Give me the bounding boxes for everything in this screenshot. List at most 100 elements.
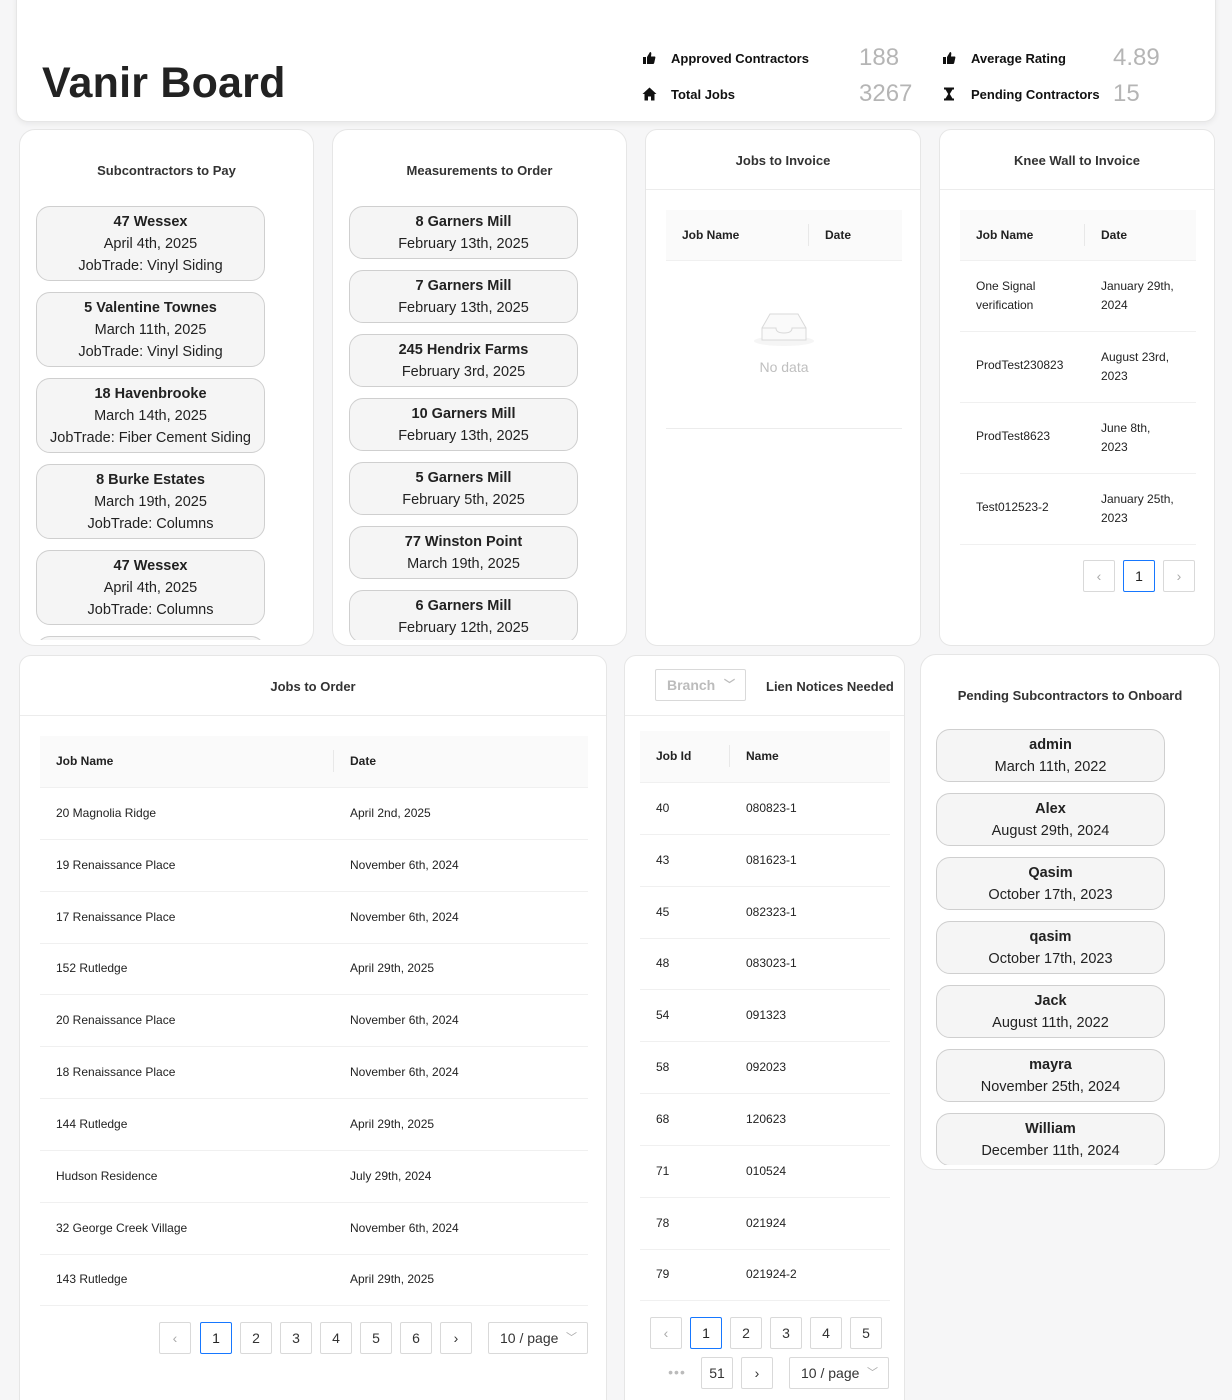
list-item[interactable]: Alex August 29th, 2024: [936, 793, 1165, 846]
page-size-select[interactable]: 10 / page ﹀: [488, 1322, 588, 1354]
measurements-to-order-card: Measurements to Order 8 Garners Mill Feb…: [332, 129, 627, 646]
branch-select[interactable]: Branch ﹀: [655, 669, 746, 701]
list-item[interactable]: Qasim October 17th, 2023: [936, 857, 1165, 910]
table-row[interactable]: 48 083023-1: [640, 939, 890, 990]
table-row[interactable]: Test012523-2 January 25th, 2023: [960, 474, 1196, 545]
table-row[interactable]: 20 Renaissance Place November 6th, 2024: [40, 995, 588, 1047]
subcontractors-to-pay-card: Subcontractors to Pay 47 Wessex April 4t…: [19, 129, 314, 646]
table-row[interactable]: 40 080823-1: [640, 783, 890, 835]
table-row[interactable]: ProdTest230823 August 23rd, 2023: [960, 332, 1196, 403]
cell-job-name-cont: verification: [976, 298, 1034, 312]
pagination-page-1[interactable]: 1: [1123, 560, 1155, 592]
column-header-date[interactable]: Date: [825, 210, 851, 260]
table-row[interactable]: 78 021924: [640, 1198, 890, 1250]
subcontractors-list[interactable]: 47 Wessex April 4th, 2025 JobTrade: Viny…: [20, 200, 313, 640]
chevron-down-icon: ﹀: [724, 679, 735, 691]
column-header-job-name[interactable]: Job Name: [682, 210, 739, 260]
table-row[interactable]: 45 082323-1: [640, 887, 890, 939]
table-row[interactable]: 17 Renaissance Place November 6th, 2024: [40, 892, 588, 944]
page-size-select[interactable]: 10 / page ﹀: [789, 1357, 889, 1389]
cell-job-name: Hudson Residence: [56, 1169, 158, 1183]
list-item[interactable]: mayra November 25th, 2024: [936, 1049, 1165, 1102]
column-header-name[interactable]: Name: [746, 731, 779, 781]
divider: [20, 715, 606, 716]
list-item[interactable]: 77 Winston Point March 19th, 2025: [349, 526, 578, 579]
table-row[interactable]: 143 Rutledge April 29th, 2025: [40, 1255, 588, 1306]
table-row[interactable]: ProdTest8623 June 8th, 2023: [960, 403, 1196, 474]
lien-notices-table: Job Id Name 40 080823-1 43 081623-1 45 0823…: [640, 731, 890, 1301]
column-header-job-name[interactable]: Job Name: [56, 736, 113, 786]
table-row[interactable]: 71 010524: [640, 1146, 890, 1198]
list-item[interactable]: 6 Garners Mill February 12th, 2025: [349, 590, 578, 640]
list-item[interactable]: William December 11th, 2024: [936, 1113, 1165, 1165]
column-header-job-name[interactable]: Job Name: [976, 210, 1033, 260]
table-row[interactable]: 58 092023: [640, 1042, 890, 1094]
pagination-next-button[interactable]: ›: [440, 1322, 472, 1354]
table-row[interactable]: Hudson Residence July 29th, 2024: [40, 1151, 588, 1203]
card-title: Pending Subcontractors to Onboard: [957, 688, 1183, 703]
list-item[interactable]: admin March 11th, 2022: [936, 729, 1165, 782]
pagination-page-3[interactable]: 3: [280, 1322, 312, 1354]
table-row[interactable]: 19 Renaissance Place November 6th, 2024: [40, 840, 588, 892]
dashboard-header: Vanir Board Approved Contractors 188 Tot…: [16, 0, 1216, 122]
pagination-prev-button[interactable]: ‹: [1083, 560, 1115, 592]
pagination-ellipsis[interactable]: •••: [661, 1357, 693, 1389]
pagination-page-4[interactable]: 4: [320, 1322, 352, 1354]
item-date: April 4th, 2025: [103, 236, 198, 252]
list-item[interactable]: Jack August 11th, 2022: [936, 985, 1165, 1038]
table-row[interactable]: 79 021924-2: [640, 1250, 890, 1301]
table-row[interactable]: One Signal verification January 29th, 2024: [960, 261, 1196, 332]
pagination-next-button[interactable]: ›: [741, 1357, 773, 1389]
list-item[interactable]: 10 Garners Mill February 13th, 2025: [349, 398, 578, 451]
list-item[interactable]: 245 Hendrix Farms February 3rd, 2025: [349, 334, 578, 387]
pagination-page-3[interactable]: 3: [770, 1317, 802, 1349]
list-item[interactable]: 47 Wessex April 4th, 2025 JobTrade: Viny…: [36, 206, 265, 281]
cell-date: January 25th,: [1101, 492, 1174, 506]
list-item-partial[interactable]: [36, 636, 265, 640]
list-item[interactable]: 7 Garners Mill February 13th, 2025: [349, 270, 578, 323]
table-row[interactable]: 68 120623: [640, 1094, 890, 1146]
table-row[interactable]: 144 Rutledge April 29th, 2025: [40, 1099, 588, 1151]
pagination-page-5[interactable]: 5: [360, 1322, 392, 1354]
pagination-page-4[interactable]: 4: [810, 1317, 842, 1349]
item-name: 8 Garners Mill: [415, 214, 512, 230]
column-header-date[interactable]: Date: [1101, 210, 1127, 260]
table-row[interactable]: 43 081623-1: [640, 835, 890, 887]
table-row[interactable]: 32 George Creek Village November 6th, 202…: [40, 1203, 588, 1255]
list-item[interactable]: 18 Havenbrooke March 14th, 2025 JobTrade…: [36, 378, 265, 453]
table-row[interactable]: 18 Renaissance Place November 6th, 2024: [40, 1047, 588, 1099]
pagination-page-2[interactable]: 2: [240, 1322, 272, 1354]
table-row[interactable]: 20 Magnolia Ridge April 2nd, 2025: [40, 788, 588, 840]
list-item[interactable]: 5 Garners Mill February 5th, 2025: [349, 462, 578, 515]
column-header-date[interactable]: Date: [350, 736, 376, 786]
jobs-to-invoice-card: Jobs to Invoice Job Name Date No data: [645, 129, 921, 646]
item-date: March 19th, 2025: [94, 494, 207, 510]
pagination-page-6[interactable]: 6: [400, 1322, 432, 1354]
item-name: 6 Garners Mill: [415, 598, 512, 614]
pagination-page-51[interactable]: 51: [701, 1357, 733, 1389]
item-name: 8 Burke Estates: [96, 472, 205, 488]
list-item[interactable]: 5 Valentine Townes March 11th, 2025 JobT…: [36, 292, 265, 367]
stat-value: 3267: [859, 80, 913, 107]
pagination-page-1[interactable]: 1: [200, 1322, 232, 1354]
item-date: February 13th, 2025: [398, 236, 529, 252]
item-date: March 14th, 2025: [94, 408, 207, 424]
list-item[interactable]: 8 Burke Estates March 19th, 2025 JobTrad…: [36, 464, 265, 539]
measurements-list[interactable]: 8 Garners Mill February 13th, 2025 7 Gar…: [333, 200, 626, 640]
cell-job-name: ProdTest230823: [976, 358, 1064, 372]
pending-subcontractors-list[interactable]: admin March 11th, 2022 Alex August 29th,…: [921, 725, 1219, 1165]
pagination-page-1[interactable]: 1: [690, 1317, 722, 1349]
item-date: March 11th, 2025: [94, 322, 207, 338]
pagination-prev-button[interactable]: ‹: [650, 1317, 682, 1349]
table-row[interactable]: 152 Rutledge April 29th, 2025: [40, 944, 588, 995]
pagination-page-5[interactable]: 5: [850, 1317, 882, 1349]
list-item[interactable]: 47 Wessex April 4th, 2025 JobTrade: Colu…: [36, 550, 265, 625]
pagination-next-button[interactable]: ›: [1163, 560, 1195, 592]
list-item[interactable]: qasim October 17th, 2023: [936, 921, 1165, 974]
item-name: 245 Hendrix Farms: [398, 342, 529, 358]
pagination-page-2[interactable]: 2: [730, 1317, 762, 1349]
table-row[interactable]: 54 091323: [640, 990, 890, 1042]
list-item[interactable]: 8 Garners Mill February 13th, 2025: [349, 206, 578, 259]
pagination-prev-button[interactable]: ‹: [159, 1322, 191, 1354]
column-header-job-id[interactable]: Job Id: [656, 731, 691, 781]
